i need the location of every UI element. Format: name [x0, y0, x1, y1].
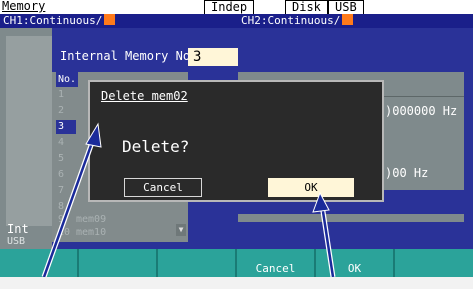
ch2-indicator-icon: [342, 14, 354, 25]
softkey-2[interactable]: [79, 249, 158, 277]
dialog-ok-button[interactable]: OK: [268, 178, 354, 197]
list-item[interactable]: 10 mem10: [56, 226, 184, 240]
list-item[interactable]: 8: [56, 200, 184, 214]
side-tab-int[interactable]: Int: [7, 222, 29, 236]
ch1-label: CH1:Continuous/: [3, 14, 103, 27]
softkey-6[interactable]: [395, 249, 473, 277]
mode-indicator: Indep: [204, 0, 255, 15]
ch1-indicator-icon: [104, 14, 116, 25]
side-tab-usb[interactable]: USB: [7, 236, 25, 247]
softkey-3[interactable]: [158, 249, 237, 277]
list-item[interactable]: 9 mem09: [56, 213, 184, 227]
list-header-no: No.: [56, 72, 78, 87]
softkey-bar: Cancel OK: [0, 249, 473, 277]
dialog-message: Delete?: [122, 137, 190, 156]
softkey-cancel[interactable]: Cancel: [237, 249, 316, 277]
memory-number-field[interactable]: 3: [188, 48, 238, 66]
usb-indicator: USB: [328, 0, 364, 15]
ch2-status: CH2:Continuous/: [238, 14, 473, 28]
ch2-label: CH2:Continuous/: [241, 14, 341, 27]
softkey-1[interactable]: [0, 249, 79, 277]
disk-indicator: Disk: [285, 0, 328, 15]
dialog-title: Delete mem02: [101, 89, 188, 103]
softkey-ok[interactable]: OK: [316, 249, 395, 277]
dialog-cancel-button[interactable]: Cancel: [124, 178, 202, 197]
ch1-status: CH1:Continuous/: [0, 14, 239, 28]
list-scroll-down-icon[interactable]: ▼: [176, 224, 186, 236]
ch2-frequency-value: )00 Hz: [385, 166, 429, 180]
side-tab-inner: [6, 36, 52, 226]
status-bar: Memory Indep Disk USB CH1:Continuous/ CH…: [0, 0, 473, 28]
screen-title: Memory: [2, 0, 46, 13]
ch1-frequency-value: )000000 Hz: [385, 104, 458, 118]
